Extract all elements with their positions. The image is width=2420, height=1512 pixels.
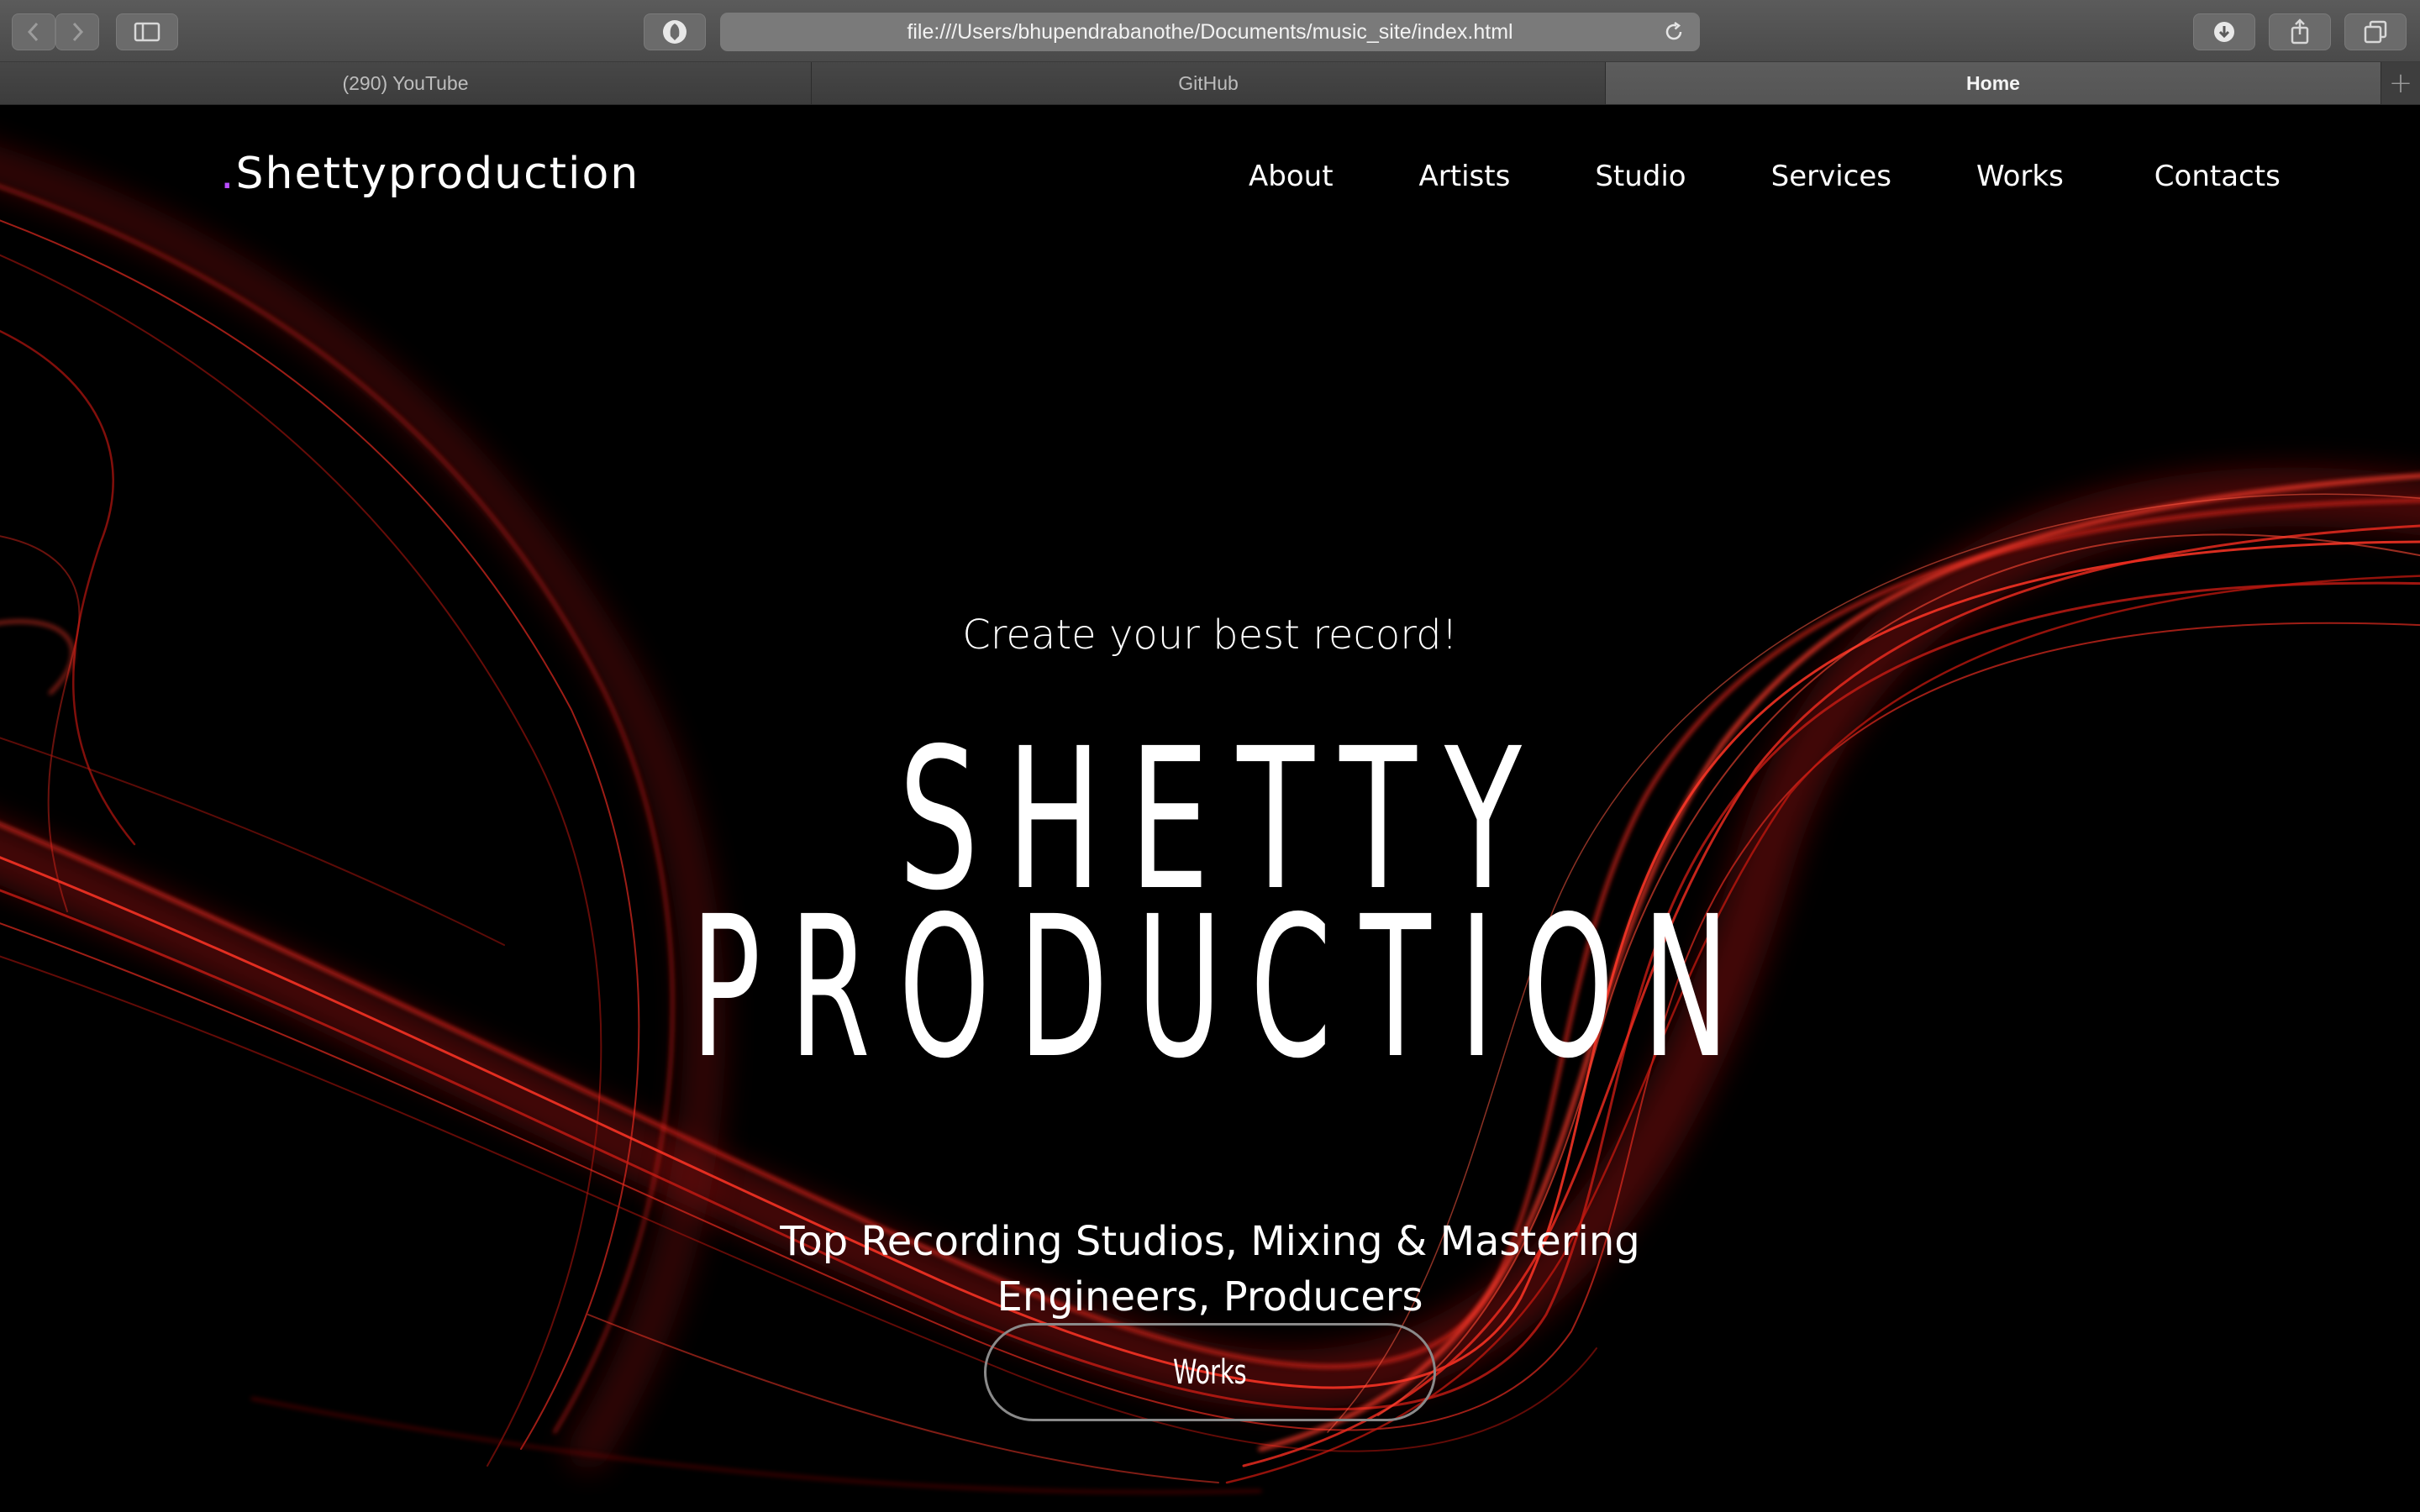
tab-label: (290) YouTube (342, 71, 469, 94)
tabs-icon (2364, 20, 2387, 44)
shield-icon (663, 20, 687, 44)
site-logo[interactable]: .Shettyproduction (220, 149, 639, 199)
logo-dot: . (220, 149, 236, 199)
works-button[interactable]: Works (984, 1323, 1436, 1421)
chevron-left-icon (27, 22, 39, 42)
downloads-button[interactable] (2193, 13, 2255, 50)
main-nav: About Artists Studio Services Works Cont… (1249, 160, 2281, 193)
works-button-label: Works (1173, 1352, 1247, 1392)
tab-overview-button[interactable] (2344, 13, 2407, 50)
privacy-shield-button[interactable] (644, 13, 706, 50)
hero-tagline: Create your best record! (962, 612, 1458, 659)
sidebar-icon (134, 22, 160, 42)
sidebar-button[interactable] (116, 13, 178, 50)
address-bar[interactable]: file:///Users/bhupendrabanothe/Documents… (720, 13, 1700, 51)
hero-subtitle-line1: Top Recording Studios, Mixing & Masterin… (780, 1218, 1640, 1265)
forward-button[interactable] (55, 13, 99, 50)
tab-label: Home (1966, 71, 2020, 94)
reload-icon[interactable] (1661, 19, 1686, 45)
tab-github[interactable]: GitHub (812, 62, 1606, 104)
tab-youtube[interactable]: (290) YouTube (0, 62, 812, 104)
nav-services[interactable]: Services (1771, 160, 1891, 193)
tab-bar: (290) YouTube GitHub Home + (0, 62, 2420, 105)
nav-contacts[interactable]: Contacts (2154, 160, 2281, 193)
web-page: .Shettyproduction About Artists Studio S… (0, 105, 2420, 1512)
url-text: file:///Users/bhupendrabanothe/Documents… (907, 19, 1513, 44)
share-button[interactable] (2269, 13, 2331, 50)
new-tab-button[interactable]: + (2381, 62, 2420, 104)
tab-label: GitHub (1178, 71, 1239, 94)
download-icon (2214, 22, 2234, 42)
hero-subtitle: Top Recording Studios, Mixing & Masterin… (0, 1214, 2420, 1325)
nav-works[interactable]: Works (1976, 160, 2064, 193)
plus-icon: + (2388, 66, 2413, 100)
nav-artists[interactable]: Artists (1419, 160, 1511, 193)
tab-home[interactable]: Home (1606, 62, 2381, 104)
logo-text: Shettyproduction (235, 149, 640, 199)
nav-about[interactable]: About (1249, 160, 1334, 193)
nav-studio[interactable]: Studio (1595, 160, 1686, 193)
hero-subtitle-line2: Engineers, Producers (997, 1273, 1423, 1320)
back-button[interactable] (12, 13, 55, 50)
share-icon (2291, 18, 2309, 45)
chevron-right-icon (72, 22, 84, 42)
hero-title-line2: PRODUCTION (691, 874, 1759, 1101)
browser-toolbar: file:///Users/bhupendrabanothe/Documents… (0, 0, 2420, 62)
